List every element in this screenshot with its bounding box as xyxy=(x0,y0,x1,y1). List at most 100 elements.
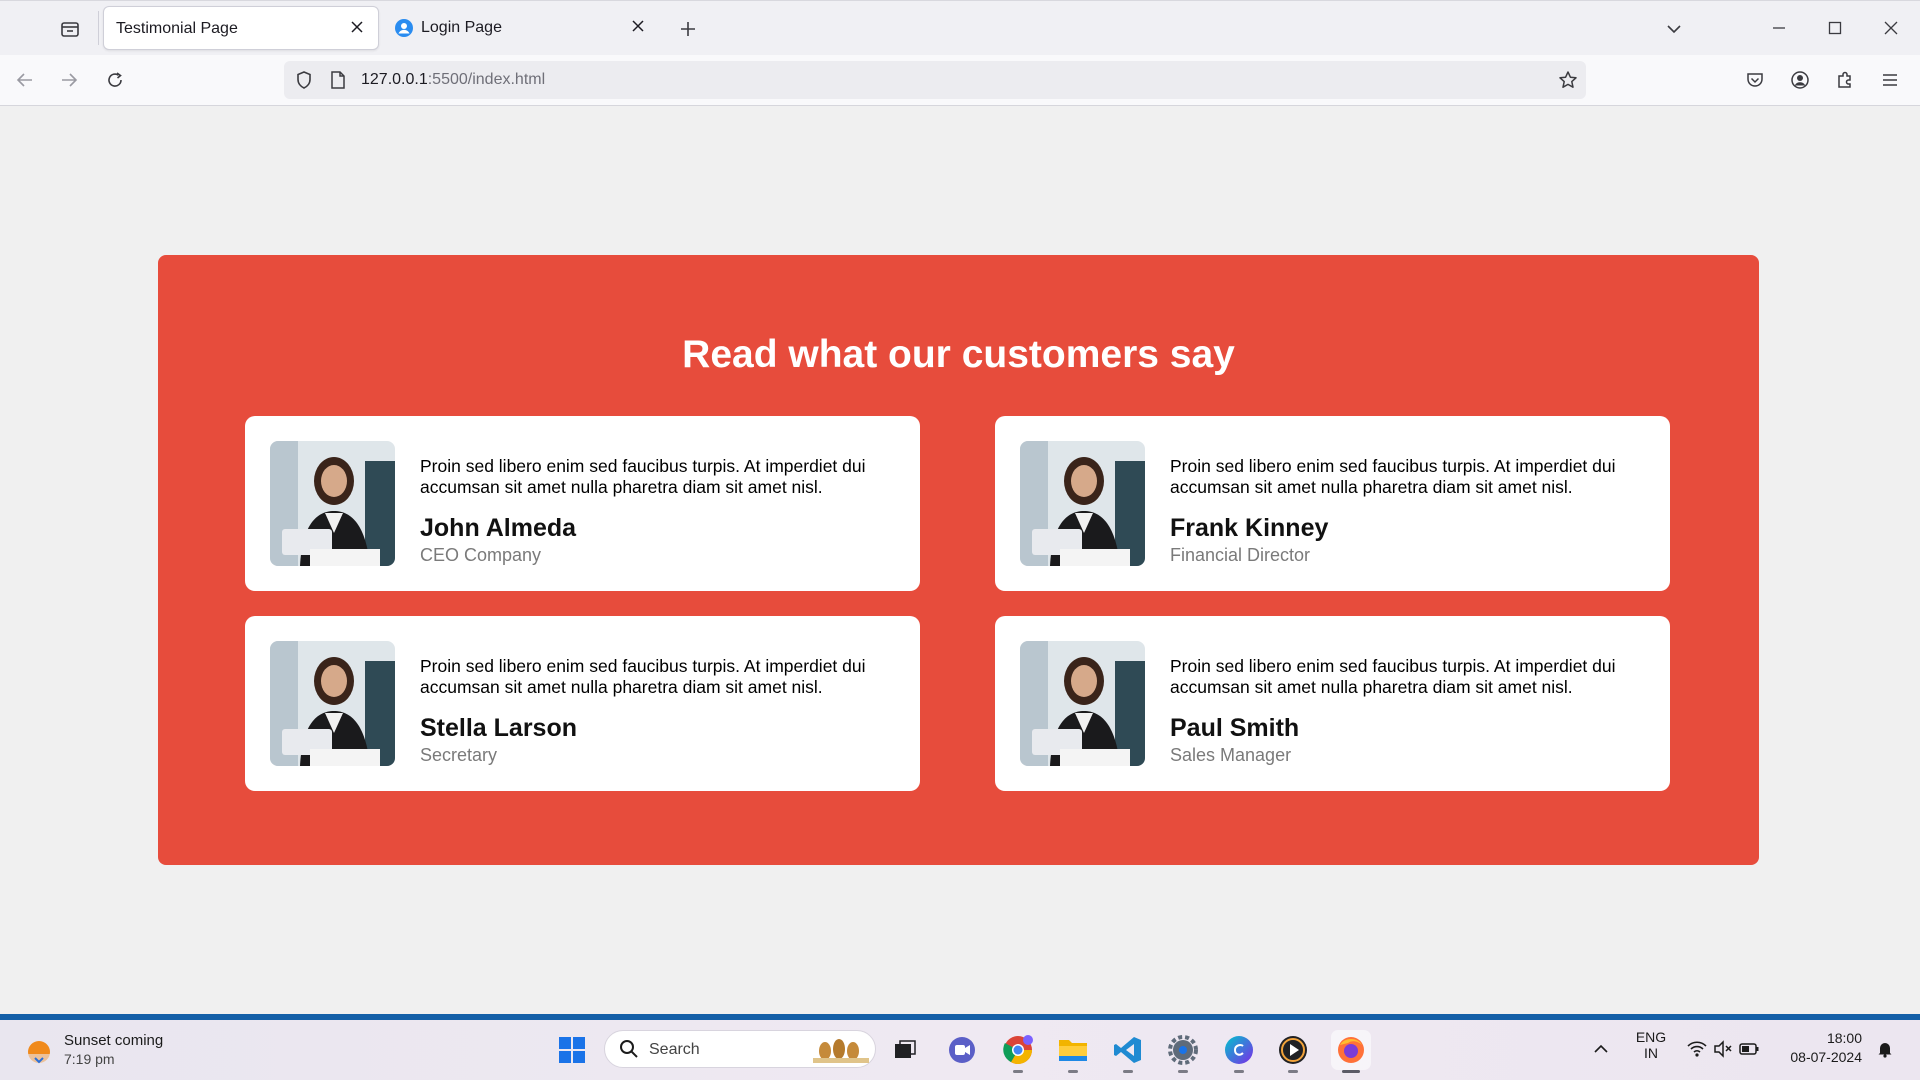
clock-time: 18:00 xyxy=(1826,1030,1862,1046)
language-code: ENG xyxy=(1635,1029,1667,1045)
start-button[interactable] xyxy=(555,1033,589,1067)
testimonial-role: CEO Company xyxy=(420,545,542,565)
close-icon xyxy=(1884,21,1898,35)
testimonial-quote: Proin sed libero enim sed faucibus turpi… xyxy=(1170,656,1616,697)
close-window-button[interactable] xyxy=(1876,13,1906,43)
tab-testimonial-page[interactable]: Testimonial Page xyxy=(103,6,379,50)
windows-logo-icon xyxy=(559,1037,585,1063)
reload-icon xyxy=(108,72,122,87)
avatar xyxy=(270,441,395,566)
testimonial-name: Stella Larson xyxy=(420,714,577,742)
address-bar[interactable]: 127.0.0.1:5500/index.html xyxy=(284,61,1586,99)
bell-icon xyxy=(1878,1043,1892,1058)
taskbar-meet[interactable] xyxy=(945,1033,979,1067)
page-icon[interactable] xyxy=(330,70,346,95)
browser-nav-bar: 127.0.0.1:5500/index.html xyxy=(0,55,1920,106)
taskbar-file-explorer[interactable] xyxy=(1056,1033,1090,1073)
weather-widget[interactable]: Sunset coming 7:19 pm xyxy=(20,1030,220,1072)
clock-date: 08-07-2024 xyxy=(1790,1049,1862,1065)
vscode-icon xyxy=(1114,1037,1141,1063)
testimonial-name: John Almeda xyxy=(420,514,577,542)
account-button[interactable] xyxy=(1785,65,1815,95)
chevron-down-icon xyxy=(1667,25,1681,34)
user-icon xyxy=(395,19,413,37)
testimonial-name: Paul Smith xyxy=(1170,714,1300,742)
gear-icon xyxy=(1168,1035,1198,1065)
testimonial-card: Proin sed libero enim sed faucibus turpi… xyxy=(995,416,1670,591)
taskbar-vscode[interactable] xyxy=(1111,1033,1145,1073)
forward-button[interactable] xyxy=(54,65,84,95)
back-button[interactable] xyxy=(10,65,40,95)
menu-button[interactable] xyxy=(1875,65,1905,95)
task-view-icon xyxy=(895,1040,916,1058)
play-icon xyxy=(1279,1036,1307,1064)
taskbar-firefox[interactable] xyxy=(1331,1030,1371,1073)
hamburger-menu-icon xyxy=(1883,74,1897,86)
tab-label: Testimonial Page xyxy=(116,20,238,37)
testimonial-name: Frank Kinney xyxy=(1170,514,1329,542)
close-tab-button[interactable] xyxy=(627,15,649,37)
arrow-left-icon xyxy=(16,73,32,87)
sunset-icon xyxy=(24,1036,54,1066)
tab-list-button[interactable] xyxy=(56,15,84,43)
avatar xyxy=(1020,441,1145,566)
maximize-icon xyxy=(1828,21,1842,35)
tray-overflow-button[interactable] xyxy=(1588,1036,1614,1062)
plus-icon xyxy=(681,22,695,36)
firefox-icon xyxy=(1338,1037,1364,1063)
region-code: IN xyxy=(1644,1045,1658,1061)
taskbar-task-view[interactable] xyxy=(888,1033,922,1067)
close-icon xyxy=(351,21,363,33)
browser-tab-bar: Testimonial Page Login Page xyxy=(0,0,1920,55)
testimonial-card: Proin sed libero enim sed faucibus turpi… xyxy=(245,416,920,591)
weather-subtitle: 7:19 pm xyxy=(64,1051,115,1067)
page-title: Read what our customers say xyxy=(682,333,1235,376)
testimonial-card: Proin sed libero enim sed faucibus turpi… xyxy=(245,616,920,791)
bookmark-star-icon[interactable] xyxy=(1558,70,1578,95)
testimonial-role: Sales Manager xyxy=(1170,745,1292,765)
taskbar-search-box[interactable]: Search xyxy=(604,1030,876,1068)
weather-title: Sunset coming xyxy=(64,1032,164,1049)
tab-login-page[interactable]: Login Page xyxy=(383,6,659,50)
url-host: 127.0.0.1 xyxy=(361,71,428,88)
pocket-button[interactable] xyxy=(1740,65,1770,95)
folder-icon xyxy=(1059,1040,1087,1061)
language-indicator[interactable]: ENG IN xyxy=(1630,1029,1672,1071)
pocket-icon xyxy=(1747,73,1763,87)
tab-label: Login Page xyxy=(421,19,502,36)
chevron-up-icon xyxy=(1594,1044,1608,1053)
maximize-button[interactable] xyxy=(1820,13,1850,43)
minimize-button[interactable] xyxy=(1764,13,1794,43)
battery-icon xyxy=(1739,1043,1759,1055)
close-tab-button[interactable] xyxy=(346,16,368,38)
taskbar-chrome[interactable] xyxy=(1001,1033,1035,1073)
network-sound-battery[interactable] xyxy=(1684,1036,1764,1062)
reload-button[interactable] xyxy=(100,65,130,95)
extensions-button[interactable] xyxy=(1830,65,1860,95)
tab-list-icon xyxy=(61,22,79,37)
new-tab-button[interactable] xyxy=(674,15,702,43)
testimonial-section: Read what our customers say Proin sed li… xyxy=(158,255,1759,865)
taskbar-canva[interactable] xyxy=(1222,1033,1256,1073)
testimonial-quote: Proin sed libero enim sed faucibus turpi… xyxy=(1170,456,1616,497)
list-all-tabs-button[interactable] xyxy=(1660,15,1688,43)
notifications-button[interactable] xyxy=(1872,1036,1898,1062)
account-icon xyxy=(1791,71,1809,89)
testimonial-quote: Proin sed libero enim sed faucibus turpi… xyxy=(420,656,866,697)
shield-icon[interactable] xyxy=(294,70,314,95)
search-label: Search xyxy=(649,1041,700,1058)
avatar xyxy=(1020,641,1145,766)
url-text[interactable]: 127.0.0.1:5500/index.html xyxy=(361,71,545,89)
taskbar-settings[interactable] xyxy=(1166,1033,1200,1073)
chrome-icon xyxy=(1003,1035,1033,1064)
testimonial-role: Secretary xyxy=(420,745,498,765)
testimonial-quote: Proin sed libero enim sed faucibus turpi… xyxy=(420,456,866,497)
minimize-icon xyxy=(1773,27,1785,29)
puzzle-icon xyxy=(1838,71,1851,88)
taskbar-media-player[interactable] xyxy=(1276,1033,1310,1073)
arrow-right-icon xyxy=(62,73,78,87)
url-path: :5500/index.html xyxy=(427,71,546,88)
clock[interactable]: 18:00 08-07-2024 xyxy=(1776,1030,1862,1072)
page-viewport: Read what our customers say Proin sed li… xyxy=(0,106,1920,1014)
canva-icon xyxy=(1225,1036,1253,1064)
